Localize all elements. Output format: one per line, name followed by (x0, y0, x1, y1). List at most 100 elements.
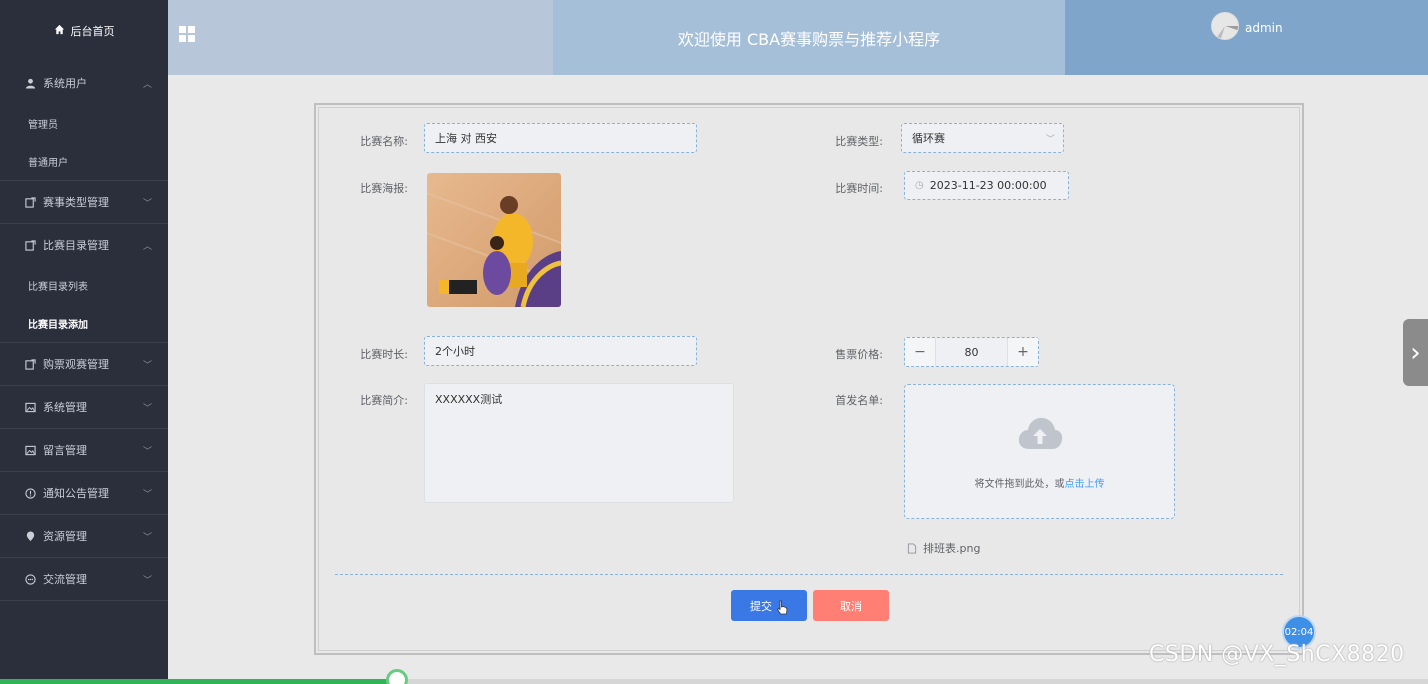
cloud-upload-icon (1018, 417, 1063, 449)
watermark: CSDN @VX_ShCX8820 (1149, 642, 1405, 667)
chevron-right-icon: › (1410, 337, 1421, 368)
sidebar-subitem-users[interactable]: 普通用户 (0, 142, 168, 180)
chevron-down-icon: ﹀ (142, 489, 152, 500)
username[interactable]: admin (1245, 21, 1283, 35)
submit-label: 提交 (750, 599, 772, 613)
form-panel: 比赛名称: 上海 对 西安 比赛类型: 循环赛 ﹀ 比赛海报: 比赛时间: ◷ … (314, 103, 1304, 655)
sidebar-home[interactable]: 后台首页 (0, 0, 168, 62)
uploaded-file[interactable]: 排班表.png (907, 540, 980, 556)
type-select[interactable]: 循环赛 ﹀ (901, 123, 1064, 153)
type-label: 比赛类型: (835, 135, 883, 148)
sidebar-group-match-catalog: 比赛目录管理 ︿ 比赛目录列表 比赛目录添加 (0, 224, 168, 343)
sidebar-group-notices: 通知公告管理 ﹀ (0, 472, 168, 515)
next-page-button[interactable]: › (1403, 319, 1428, 386)
sidebar-item-resources[interactable]: 资源管理 ﹀ (0, 515, 168, 557)
intro-textarea[interactable]: XXXXXX测试 (424, 383, 734, 503)
chevron-up-icon: ︿ (142, 79, 152, 90)
sidebar-item-label: 购票观赛管理 (43, 358, 109, 371)
sidebar-subitem-match-add[interactable]: 比赛目录添加 (0, 304, 168, 342)
upload-click-link[interactable]: 点击上传 (1065, 479, 1105, 490)
sidebar-item-exchange[interactable]: 交流管理 ﹀ (0, 558, 168, 600)
header-right: admin (1065, 0, 1428, 75)
list-label: 首发名单: (835, 394, 883, 407)
document-icon (907, 542, 917, 554)
sidebar-item-system[interactable]: 系统管理 ﹀ (0, 386, 168, 428)
sidebar-item-ticket[interactable]: 购票观赛管理 ﹀ (0, 343, 168, 385)
sidebar-home-label: 后台首页 (70, 25, 115, 38)
top-header: 欢迎使用 CBA赛事购票与推荐小程序 admin (168, 0, 1428, 75)
sidebar-group-event-types: 赛事类型管理 ﹀ (0, 181, 168, 224)
user-icon (24, 77, 36, 89)
sidebar-group-system-users: 系统用户 ︿ 管理员 普通用户 (0, 62, 168, 181)
intro-label: 比赛简介: (360, 394, 408, 407)
poster-label: 比赛海报: (360, 182, 408, 195)
submit-button[interactable]: 提交 (731, 590, 807, 621)
info-icon (24, 487, 36, 499)
video-progress-bar[interactable] (0, 669, 1428, 684)
edit-icon (24, 358, 36, 370)
chevron-down-icon: ﹀ (142, 403, 152, 414)
chevron-down-icon: ﹀ (1045, 134, 1055, 145)
chat-icon (24, 573, 36, 585)
price-label: 售票价格: (835, 348, 883, 361)
sidebar-item-label: 留言管理 (43, 444, 87, 457)
sidebar-subitem-match-list[interactable]: 比赛目录列表 (0, 266, 168, 304)
chevron-up-icon: ︿ (142, 241, 152, 252)
avatar[interactable] (1211, 12, 1239, 40)
sidebar-item-label: 交流管理 (43, 573, 87, 586)
sidebar-item-event-types[interactable]: 赛事类型管理 ﹀ (0, 181, 168, 223)
sidebar-group-messages: 留言管理 ﹀ (0, 429, 168, 472)
sidebar-group-resources: 资源管理 ﹀ (0, 515, 168, 558)
upload-hint: 将文件拖到此处，或点击上传 (905, 475, 1174, 490)
duration-input[interactable]: 2个小时 (424, 336, 697, 366)
location-icon (24, 530, 36, 542)
chevron-down-icon: ﹀ (142, 446, 152, 457)
sidebar-item-system-users[interactable]: 系统用户 ︿ (0, 62, 168, 104)
home-icon (54, 24, 65, 38)
clock-icon: ◷ (915, 180, 924, 191)
sidebar-item-match-catalog[interactable]: 比赛目录管理 ︿ (0, 224, 168, 266)
sidebar-group-exchange: 交流管理 ﹀ (0, 558, 168, 601)
chevron-down-icon: ﹀ (142, 360, 152, 371)
sidebar-item-label: 通知公告管理 (43, 487, 109, 500)
picture-icon (24, 444, 36, 456)
name-input[interactable]: 上海 对 西安 (424, 123, 697, 153)
sidebar-item-label: 资源管理 (43, 530, 87, 543)
price-stepper: − 80 + (904, 337, 1039, 367)
page-title: 欢迎使用 CBA赛事购票与推荐小程序 (553, 0, 1065, 75)
decrement-button[interactable]: − (905, 338, 935, 366)
sidebar-item-label: 比赛目录管理 (43, 239, 109, 252)
sidebar: 后台首页 系统用户 ︿ 管理员 普通用户 赛事类型管理 ﹀ 比赛目录管理 ︿ 比… (0, 0, 168, 684)
price-value[interactable]: 80 (935, 338, 1008, 366)
time-label: 比赛时间: (835, 182, 883, 195)
sidebar-item-label: 系统管理 (43, 401, 87, 414)
duration-label: 比赛时长: (360, 348, 408, 361)
sidebar-item-notices[interactable]: 通知公告管理 ﹀ (0, 472, 168, 514)
upload-hint-text: 将文件拖到此处，或 (974, 479, 1065, 490)
progress-fill (0, 679, 397, 684)
sidebar-group-ticket: 购票观赛管理 ﹀ (0, 343, 168, 386)
poster-image[interactable] (427, 173, 561, 307)
progress-knob[interactable] (385, 669, 408, 684)
hand-cursor-icon (776, 600, 788, 614)
cancel-button[interactable]: 取消 (813, 590, 889, 621)
menu-grid-icon[interactable] (179, 26, 195, 42)
form-panel-inner: 比赛名称: 上海 对 西安 比赛类型: 循环赛 ﹀ 比赛海报: 比赛时间: ◷ … (318, 107, 1300, 651)
header-left (168, 0, 553, 75)
sidebar-item-messages[interactable]: 留言管理 ﹀ (0, 429, 168, 471)
chevron-down-icon: ﹀ (142, 575, 152, 586)
sidebar-item-label: 系统用户 (43, 77, 87, 90)
edit-icon (24, 196, 36, 208)
increment-button[interactable]: + (1008, 338, 1038, 366)
time-picker[interactable]: ◷ 2023-11-23 00:00:00 (904, 171, 1069, 200)
edit-icon (24, 239, 36, 251)
type-select-value: 循环赛 (912, 132, 945, 145)
time-value: 2023-11-23 00:00:00 (929, 179, 1047, 192)
picture-icon (24, 401, 36, 413)
file-name: 排班表.png (923, 542, 981, 555)
chevron-down-icon: ﹀ (142, 532, 152, 543)
sidebar-subitem-admin[interactable]: 管理员 (0, 104, 168, 142)
upload-dropzone[interactable]: 将文件拖到此处，或点击上传 (904, 384, 1175, 519)
sidebar-item-label: 赛事类型管理 (43, 196, 109, 209)
form-divider (335, 574, 1283, 575)
